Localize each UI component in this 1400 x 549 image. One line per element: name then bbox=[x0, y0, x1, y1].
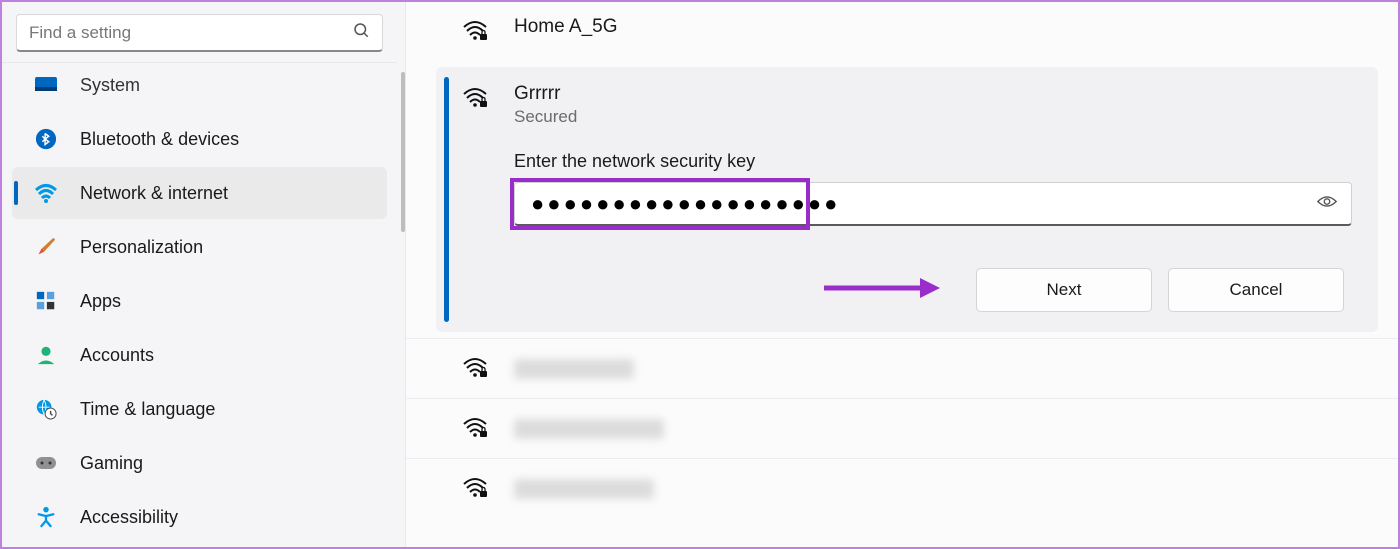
wifi-network-row-blurred[interactable] bbox=[406, 458, 1398, 518]
sidebar-item-gaming[interactable]: Gaming bbox=[12, 437, 387, 489]
bluetooth-icon bbox=[34, 127, 58, 151]
blurred-network-name bbox=[514, 479, 654, 499]
network-status: Secured bbox=[514, 107, 1352, 127]
brush-icon bbox=[34, 235, 58, 259]
selected-network-name: Grrrrr bbox=[514, 83, 1352, 105]
button-row: Next Cancel bbox=[514, 268, 1352, 312]
wifi-secured-icon bbox=[462, 357, 488, 384]
wifi-secured-icon bbox=[462, 20, 488, 47]
system-icon bbox=[34, 73, 58, 97]
annotation-arrow bbox=[820, 274, 940, 307]
wifi-secured-icon bbox=[462, 477, 488, 504]
sidebar-item-accounts[interactable]: Accounts bbox=[12, 329, 387, 381]
sidebar-item-network[interactable]: Network & internet bbox=[12, 167, 387, 219]
wifi-network-row[interactable]: Home A_5G bbox=[406, 2, 1398, 61]
wifi-network-row-blurred[interactable] bbox=[406, 338, 1398, 398]
sidebar-item-label: Accounts bbox=[80, 345, 154, 366]
main-content: Home A_5G Grrrrr Secured Enter the netwo… bbox=[406, 2, 1398, 547]
sidebar-item-personalization[interactable]: Personalization bbox=[12, 221, 387, 273]
settings-sidebar: System Bluetooth & devices Network & int… bbox=[2, 2, 406, 547]
password-prompt: Enter the network security key bbox=[514, 151, 1352, 172]
sidebar-item-label: Apps bbox=[80, 291, 121, 312]
sidebar-item-label: Network & internet bbox=[80, 183, 228, 204]
password-field-wrap bbox=[514, 182, 1352, 226]
sidebar-scrollbar[interactable] bbox=[401, 72, 405, 232]
sidebar-item-system[interactable]: System bbox=[12, 63, 387, 111]
globe-clock-icon bbox=[34, 397, 58, 421]
wifi-network-row-blurred[interactable] bbox=[406, 398, 1398, 458]
network-name: Home A_5G bbox=[514, 16, 618, 38]
wifi-icon bbox=[34, 181, 58, 205]
sidebar-item-label: System bbox=[80, 75, 140, 96]
search-icon bbox=[352, 21, 370, 44]
search-container bbox=[2, 2, 397, 63]
sidebar-item-label: Personalization bbox=[80, 237, 203, 258]
cancel-button[interactable]: Cancel bbox=[1168, 268, 1344, 312]
wifi-secured-icon bbox=[462, 87, 488, 312]
accessibility-icon bbox=[34, 505, 58, 529]
sidebar-item-time[interactable]: Time & language bbox=[12, 383, 387, 435]
wifi-secured-icon bbox=[462, 417, 488, 444]
blurred-network-name bbox=[514, 359, 634, 379]
password-input[interactable] bbox=[514, 182, 1352, 226]
apps-icon bbox=[34, 289, 58, 313]
show-password-icon[interactable] bbox=[1316, 194, 1338, 215]
search-box[interactable] bbox=[16, 14, 383, 52]
search-input[interactable] bbox=[29, 23, 344, 43]
sidebar-nav: System Bluetooth & devices Network & int… bbox=[2, 63, 397, 547]
sidebar-item-label: Bluetooth & devices bbox=[80, 129, 239, 150]
sidebar-item-bluetooth[interactable]: Bluetooth & devices bbox=[12, 113, 387, 165]
sidebar-item-apps[interactable]: Apps bbox=[12, 275, 387, 327]
sidebar-item-label: Time & language bbox=[80, 399, 215, 420]
selection-accent bbox=[444, 77, 449, 322]
next-button[interactable]: Next bbox=[976, 268, 1152, 312]
sidebar-item-label: Gaming bbox=[80, 453, 143, 474]
accounts-icon bbox=[34, 343, 58, 367]
sidebar-item-accessibility[interactable]: Accessibility bbox=[12, 491, 387, 543]
selected-network-panel: Grrrrr Secured Enter the network securit… bbox=[436, 67, 1378, 332]
sidebar-item-label: Accessibility bbox=[80, 507, 178, 528]
blurred-network-name bbox=[514, 419, 664, 439]
gamepad-icon bbox=[34, 451, 58, 475]
